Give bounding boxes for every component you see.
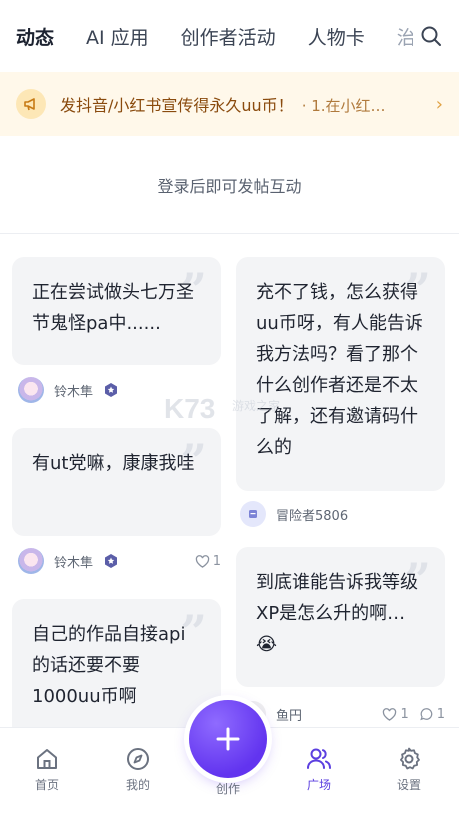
watermark-logo: K73 游戏之家 [164, 393, 280, 424]
gear-icon [400, 747, 420, 770]
tab-overflow[interactable]: 治 [397, 23, 413, 50]
post-card[interactable]: ” 有ut党嘛，康康我哇 [12, 428, 221, 536]
author-name[interactable]: 铃木隼 [54, 381, 93, 400]
tab-strip: 动态 AI 应用 创作者活动 人物卡 治 [13, 20, 413, 52]
post-stats: 1 1 [382, 707, 445, 722]
home-icon [37, 749, 57, 769]
tab-character-cards[interactable]: 人物卡 [308, 23, 365, 50]
top-bar: 动态 AI 应用 创作者活动 人物卡 治 [0, 0, 459, 72]
post-card[interactable]: ” 自己的作品自接api的话还要不要1000uu币啊 [12, 599, 221, 727]
post-feed: ” 正在尝试做头七万圣节鬼怪pa中...... 铃木隼 ” 有ut党嘛，康康我哇… [0, 235, 459, 727]
announcement-text: 发抖音/小红书宣传得永久uu币！ · 1.在小红… [60, 92, 428, 116]
like-number: 1 [400, 706, 409, 722]
nav-home-label: 首页 [34, 778, 59, 792]
tab-creator-events[interactable]: 创作者活动 [181, 23, 276, 50]
post-text: 自己的作品自接api的话还要不要1000uu币啊 [32, 624, 186, 707]
default-avatar-icon [249, 510, 257, 518]
post-text: 充不了钱，怎么获得uu币呀，有人能告诉我方法吗？看了那个什么创作者还是不太了解，… [256, 282, 423, 458]
post-meta: 冒险者5806 [240, 501, 445, 527]
chevron-right-icon: › [435, 93, 443, 115]
comment-icon[interactable] [419, 707, 434, 721]
nav-square-label: 广场 [306, 778, 331, 792]
author-name[interactable]: 铃木隼 [54, 552, 93, 571]
nav-settings[interactable]: 设置 [374, 746, 444, 793]
search-icon[interactable] [419, 24, 443, 48]
author-name[interactable]: 冒险者5806 [276, 505, 348, 524]
svg-text:K73: K73 [164, 393, 215, 424]
creator-badge-icon [105, 554, 118, 568]
create-button[interactable] [189, 700, 267, 778]
post-card[interactable]: ” 充不了钱，怎么获得uu币呀，有人能告诉我方法吗？看了那个什么创作者还是不太了… [236, 257, 445, 491]
post-text: 到底谁能告诉我等级XP是怎么升的啊…😭 [256, 572, 418, 655]
nav-home[interactable]: 首页 [12, 746, 82, 793]
comment-number: 1 [436, 706, 445, 722]
nav-square[interactable]: 广场 [284, 746, 354, 793]
avatar[interactable] [18, 377, 44, 403]
avatar[interactable] [18, 548, 44, 574]
announcement-banner[interactable]: 发抖音/小红书宣传得永久uu币！ · 1.在小红… › [0, 72, 459, 136]
announcement-title: 发抖音/小红书宣传得永久uu币！ [60, 96, 294, 115]
heart-icon [195, 554, 209, 568]
people-icon [307, 748, 331, 769]
tab-ai-apps[interactable]: AI 应用 [86, 23, 149, 50]
svg-text:游戏之家: 游戏之家 [232, 398, 280, 413]
login-prompt[interactable]: 登录后即可发帖互动 [0, 136, 459, 234]
post-meta: 铃木隼 1 [18, 548, 221, 574]
nav-mine-label: 我的 [125, 778, 150, 792]
nav-mine[interactable]: 我的 [103, 746, 173, 793]
creator-badge-icon [105, 383, 118, 397]
tab-dynamic[interactable]: 动态 [13, 23, 57, 52]
like-number: 1 [212, 553, 221, 569]
heart-icon[interactable] [382, 707, 397, 721]
avatar[interactable] [240, 501, 266, 527]
post-card[interactable]: ” 到底谁能告诉我等级XP是怎么升的啊…😭 [236, 547, 445, 687]
plus-icon [216, 727, 240, 751]
author-name[interactable]: 鱼円 [276, 705, 302, 724]
post-text: 有ut党嘛，康康我哇 [32, 453, 195, 474]
like-count[interactable]: 1 [195, 554, 221, 569]
nav-settings-label: 设置 [396, 778, 421, 792]
create-label: 创作 [215, 782, 240, 796]
post-text: 正在尝试做头七万圣节鬼怪pa中...... [32, 282, 194, 334]
compass-icon [127, 748, 149, 770]
megaphone-icon [16, 89, 46, 119]
announcement-preview: · 1.在小红… [301, 97, 386, 115]
post-card[interactable]: ” 正在尝试做头七万圣节鬼怪pa中...... [12, 257, 221, 365]
post-meta: 鱼円 1 1 [240, 701, 445, 727]
